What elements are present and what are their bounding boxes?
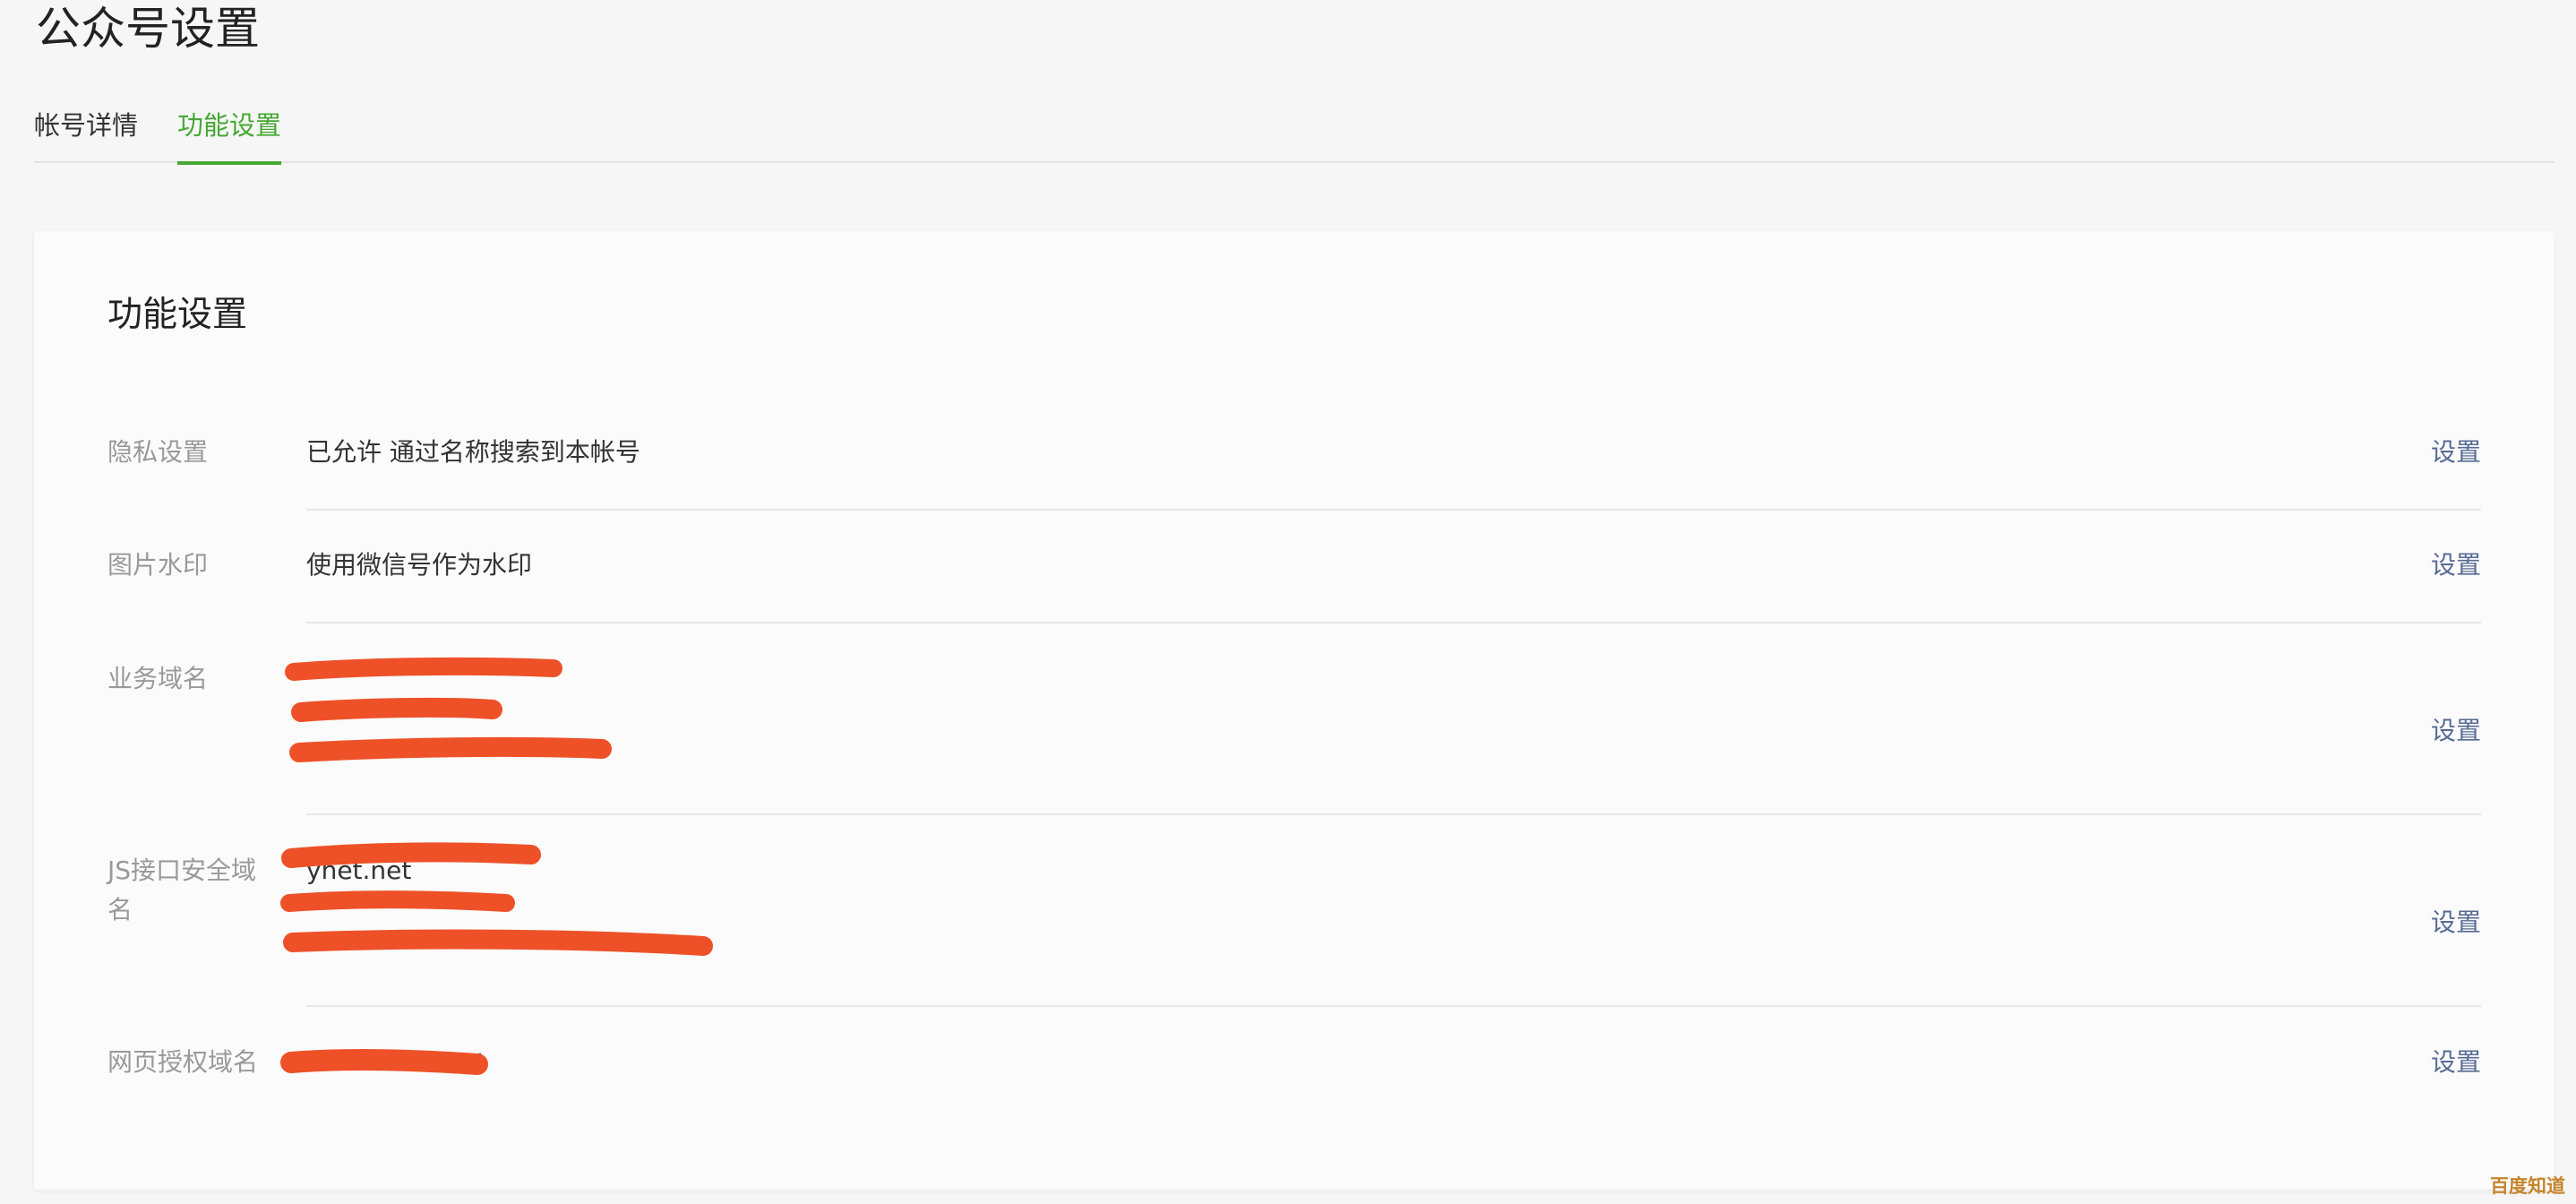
watermark-logo: 百度知道	[2490, 1175, 2565, 1197]
js-safe-domain-label: JS接口安全域名	[107, 856, 257, 924]
privacy-setting-row: 隐私设置 已允许 通过名称搜索到本帐号 设置	[107, 433, 2481, 486]
divider	[306, 622, 2481, 624]
watermark-setting-row: 图片水印 使用微信号作为水印 设置	[107, 546, 2481, 599]
business-domain-row: 业务域名 设置	[107, 657, 2481, 812]
web-auth-domain-button[interactable]: 设置	[2431, 1043, 2481, 1082]
web-auth-domain-row: 网页授权域名 t 设置	[107, 1043, 2481, 1096]
js-safe-domain-row: JS接口安全域名 ynet.net 设置	[107, 842, 2481, 1003]
divider	[306, 1005, 2481, 1007]
card-title: 功能设置	[107, 295, 248, 335]
divider	[306, 813, 2481, 815]
redaction-scribble	[285, 657, 612, 762]
tab-feature-settings[interactable]: 功能设置	[177, 102, 282, 165]
redaction-scribble	[280, 1048, 488, 1075]
business-domain-button[interactable]: 设置	[2431, 711, 2481, 751]
watermark-setting-label: 图片水印	[107, 550, 209, 580]
business-domain-label: 业务域名	[107, 664, 209, 693]
watermark-setting-button[interactable]: 设置	[2431, 546, 2481, 585]
redaction-scribble	[280, 842, 713, 956]
tab-account-details[interactable]: 帐号详情	[34, 102, 138, 149]
privacy-setting-value: 已允许 通过名称搜索到本帐号	[306, 437, 640, 467]
divider	[306, 509, 2481, 511]
page-title: 公众号设置	[36, 3, 260, 55]
web-auth-domain-label: 网页授权域名	[107, 1047, 259, 1077]
watermark-setting-value: 使用微信号作为水印	[306, 550, 533, 580]
tab-bar: 帐号详情 功能设置	[34, 97, 2555, 165]
privacy-setting-label: 隐私设置	[107, 437, 209, 467]
js-safe-domain-button[interactable]: 设置	[2431, 903, 2481, 942]
privacy-setting-button[interactable]: 设置	[2431, 433, 2481, 472]
feature-settings-card: 功能设置 隐私设置 已允许 通过名称搜索到本帐号 设置 图片水印 使用微信号作为…	[34, 231, 2555, 1190]
